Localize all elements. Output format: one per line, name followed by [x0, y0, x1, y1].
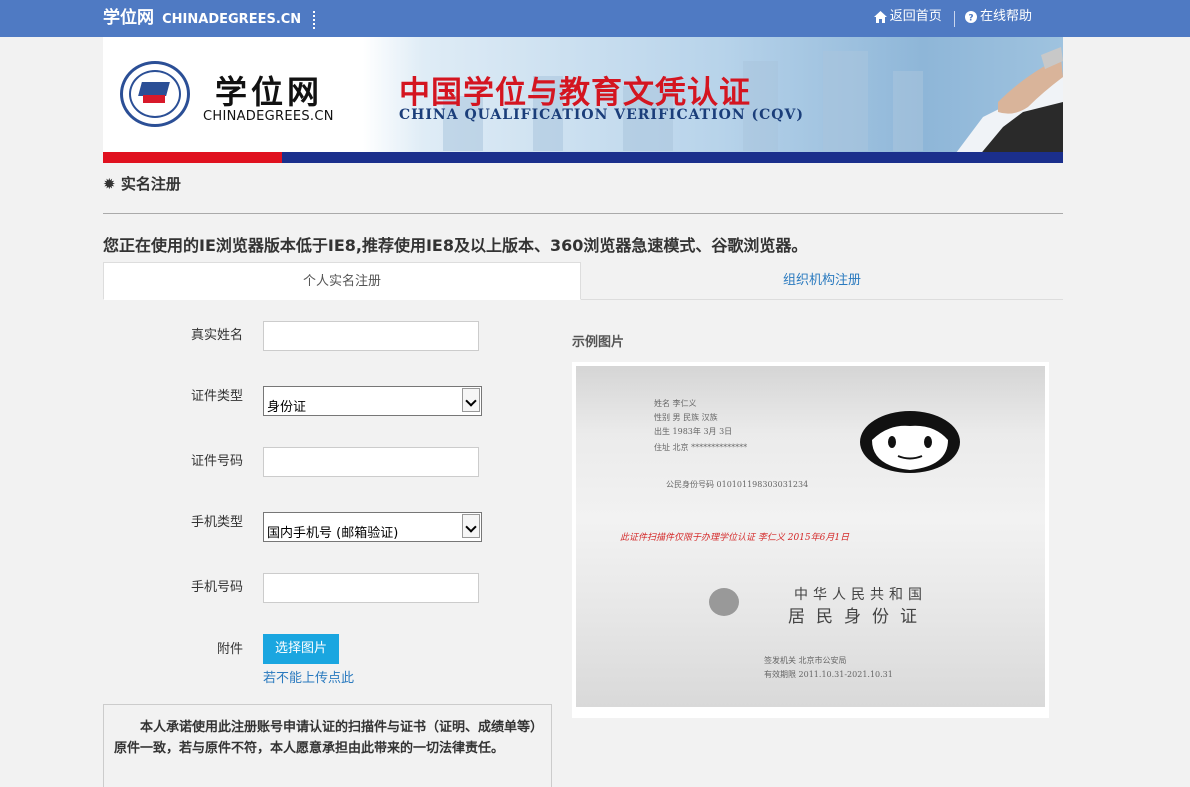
banner-title-en: CHINA QUALIFICATION VERIFICATION (CQV) — [399, 107, 804, 123]
tab-organization[interactable]: 组织机构注册 — [581, 262, 1063, 300]
help-link-label: 在线帮助 — [979, 9, 1032, 24]
help-link[interactable]: ? 在线帮助 — [964, 0, 1032, 33]
tab-personal[interactable]: 个人实名注册 — [103, 262, 581, 300]
upload-alternative-link[interactable]: 若不能上传点此 — [263, 667, 354, 686]
help-icon: ? — [964, 10, 977, 23]
top-bar: 学位网 CHINADEGREES.CN 返回首页 ? 在线帮助 — [0, 0, 1190, 37]
example-birth-line: 出生 1983年 3月 3日 — [654, 427, 733, 436]
promise-statement: 本人承诺使用此注册账号申请认证的扫描件与证书（证明、成绩单等）原件一致，若与原件… — [103, 704, 552, 787]
id-card-example-image: 姓名 李仁义 性别 男 民族 汉族 出生 1983年 3月 3日 住址 北京 *… — [576, 366, 1045, 707]
home-icon — [873, 10, 887, 23]
phone-number-label: 手机号码 — [190, 580, 243, 595]
nav-divider — [953, 11, 955, 27]
example-image-frame: 姓名 李仁义 性别 男 民族 汉族 出生 1983年 3月 3日 住址 北京 *… — [572, 362, 1049, 718]
id-number-input[interactable] — [263, 447, 479, 477]
example-valid-line: 有效期限 2011.10.31-2021.10.31 — [764, 670, 893, 679]
skyline — [893, 71, 923, 151]
chevron-down-icon[interactable] — [462, 514, 480, 538]
example-label: 示例图片 — [572, 335, 625, 350]
phone-type-value: 国内手机号 (邮箱验证) — [267, 526, 399, 541]
real-name-row: 真实姓名 — [103, 320, 503, 352]
header-banner: 学位网 CHINADEGREES.CN 中国学位与教育文凭认证 CHINA QU… — [103, 37, 1063, 163]
example-authority-line: 签发机关 北京市公安局 — [764, 656, 847, 665]
chevron-down-icon[interactable] — [462, 388, 480, 412]
banner-title-cn: 中国学位与教育文凭认证 — [399, 75, 751, 111]
example-country: 中华人民共和国 — [794, 587, 927, 603]
brand-en: CHINADEGREES.CN — [162, 12, 302, 27]
id-number-row: 证件号码 — [103, 446, 503, 478]
id-type-label: 证件类型 — [190, 389, 243, 404]
choose-image-button[interactable]: 选择图片 — [263, 634, 339, 664]
brand[interactable]: 学位网 CHINADEGREES.CN — [103, 0, 316, 37]
registration-tabs: 个人实名注册 组织机构注册 — [103, 262, 1063, 300]
id-type-value: 身份证 — [267, 400, 307, 415]
example-address-line: 住址 北京 ************** — [654, 443, 748, 452]
attachment-label: 附件 — [216, 642, 243, 657]
banner-stripe-blue — [282, 152, 1063, 163]
phone-type-label: 手机类型 — [190, 515, 243, 530]
face-icon — [860, 411, 960, 473]
brand-cn: 学位网 — [103, 8, 154, 28]
gear-bullet-icon: ✹ — [103, 175, 116, 193]
example-id-line: 公民身份号码 010101198303031234 — [666, 480, 809, 489]
brand-divider — [313, 10, 316, 29]
banner-stripe-red — [103, 152, 282, 163]
svg-text:?: ? — [968, 13, 973, 23]
example-card-title: 居民身份证 — [788, 607, 928, 627]
id-type-row: 证件类型 身份证 — [103, 384, 503, 416]
banner-site-domain: CHINADEGREES.CN — [203, 109, 334, 124]
real-name-label: 真实姓名 — [190, 328, 243, 343]
phone-type-select[interactable]: 国内手机号 (邮箱验证) — [263, 512, 482, 542]
example-name-line: 姓名 李仁义 — [654, 399, 697, 408]
handshake-image — [953, 47, 1063, 157]
top-nav: 返回首页 ? 在线帮助 — [873, 0, 1032, 33]
skyline — [823, 51, 868, 151]
home-link-label: 返回首页 — [889, 9, 942, 24]
phone-number-input[interactable] — [263, 573, 479, 603]
home-link[interactable]: 返回首页 — [873, 0, 942, 33]
page-title-text: 实名注册 — [120, 175, 181, 193]
university-seal-logo — [120, 61, 190, 127]
id-type-select[interactable]: 身份证 — [263, 386, 482, 416]
browser-notice: 您正在使用的IE浏览器版本低于IE8,推荐使用IE8及以上版本、360浏览器急速… — [103, 236, 808, 255]
divider — [103, 213, 1063, 214]
phone-number-row: 手机号码 — [103, 572, 503, 604]
id-number-label: 证件号码 — [190, 454, 243, 469]
example-red-note: 此证件扫描件仅限于办理学位认证 李仁义 2015年6月1日 — [620, 533, 850, 543]
example-gender-line: 性别 男 民族 汉族 — [654, 413, 718, 422]
phone-type-row: 手机类型 国内手机号 (邮箱验证) — [103, 510, 503, 542]
national-emblem-icon — [709, 588, 739, 616]
banner-site-name: 学位网 — [215, 73, 324, 111]
page-title: ✹ 实名注册 — [103, 173, 181, 194]
real-name-input[interactable] — [263, 321, 479, 351]
